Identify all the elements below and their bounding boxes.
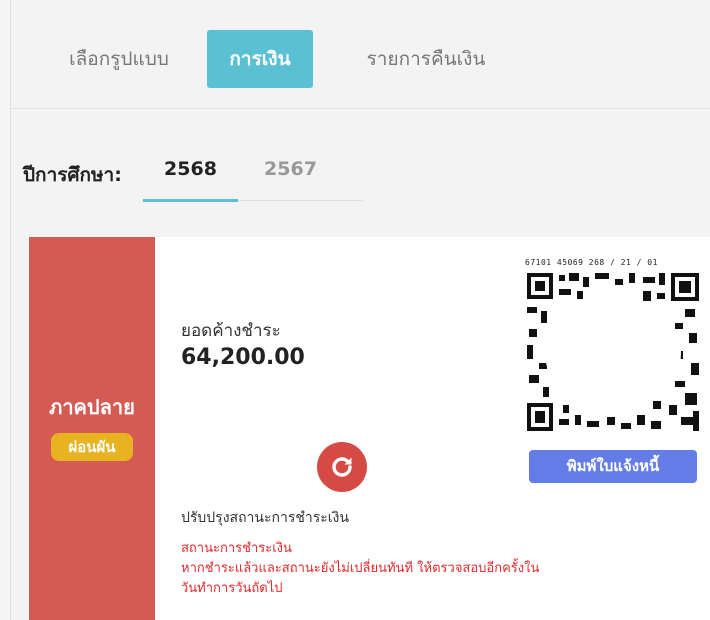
status-note-line-1: หากชำระแล้วและสถานะยังไม่เปลี่ยนทันที ให… (181, 561, 540, 576)
year-tab-2568[interactable]: 2568 (143, 152, 238, 198)
qr-code-icon (525, 271, 701, 439)
invoice-card: ภาคปลาย ผ่อนผัน ยอดค้างชำระ 64,200.00 ปร… (29, 237, 710, 620)
status-badge: ผ่อนผัน (51, 433, 133, 461)
outstanding-amount: 64,200.00 (181, 345, 305, 370)
refresh-button[interactable] (317, 442, 367, 492)
term-band: ภาคปลาย ผ่อนผัน (29, 237, 155, 620)
print-invoice-button[interactable]: พิมพ์ใบแจ้งหนี้ (529, 450, 697, 483)
finance-panel: เลือกรูปแบบ การเงิน รายการคืนเงิน ปีการศ… (10, 0, 710, 620)
tab-refund-list[interactable]: รายการคืนเงิน (351, 30, 501, 88)
tab-finance[interactable]: การเงิน (207, 30, 313, 88)
qr-reference-number: 67101 45069 268 / 21 / 01 (525, 258, 658, 267)
refresh-status-label: ปรับปรุงสถานะการชำระเงิน (181, 510, 349, 526)
tab-select-format[interactable]: เลือกรูปแบบ (39, 30, 199, 88)
refresh-icon (332, 457, 352, 477)
payment-status-note: สถานะการชำระเงิน หากชำระแล้วและสถานะยังไ… (181, 539, 539, 599)
term-title: ภาคปลาย (49, 395, 135, 419)
year-tab-active-indicator (143, 199, 238, 202)
year-tab-2567[interactable]: 2567 (243, 152, 338, 198)
outstanding-label: ยอดค้างชำระ (181, 321, 281, 341)
status-note-line-2: วันทำการวันถัดไป (181, 581, 283, 596)
academic-year-label: ปีการศึกษา: (23, 164, 122, 186)
status-title: สถานะการชำระเงิน (181, 541, 292, 556)
tab-bar: เลือกรูปแบบ การเงิน รายการคืนเงิน (11, 0, 710, 109)
